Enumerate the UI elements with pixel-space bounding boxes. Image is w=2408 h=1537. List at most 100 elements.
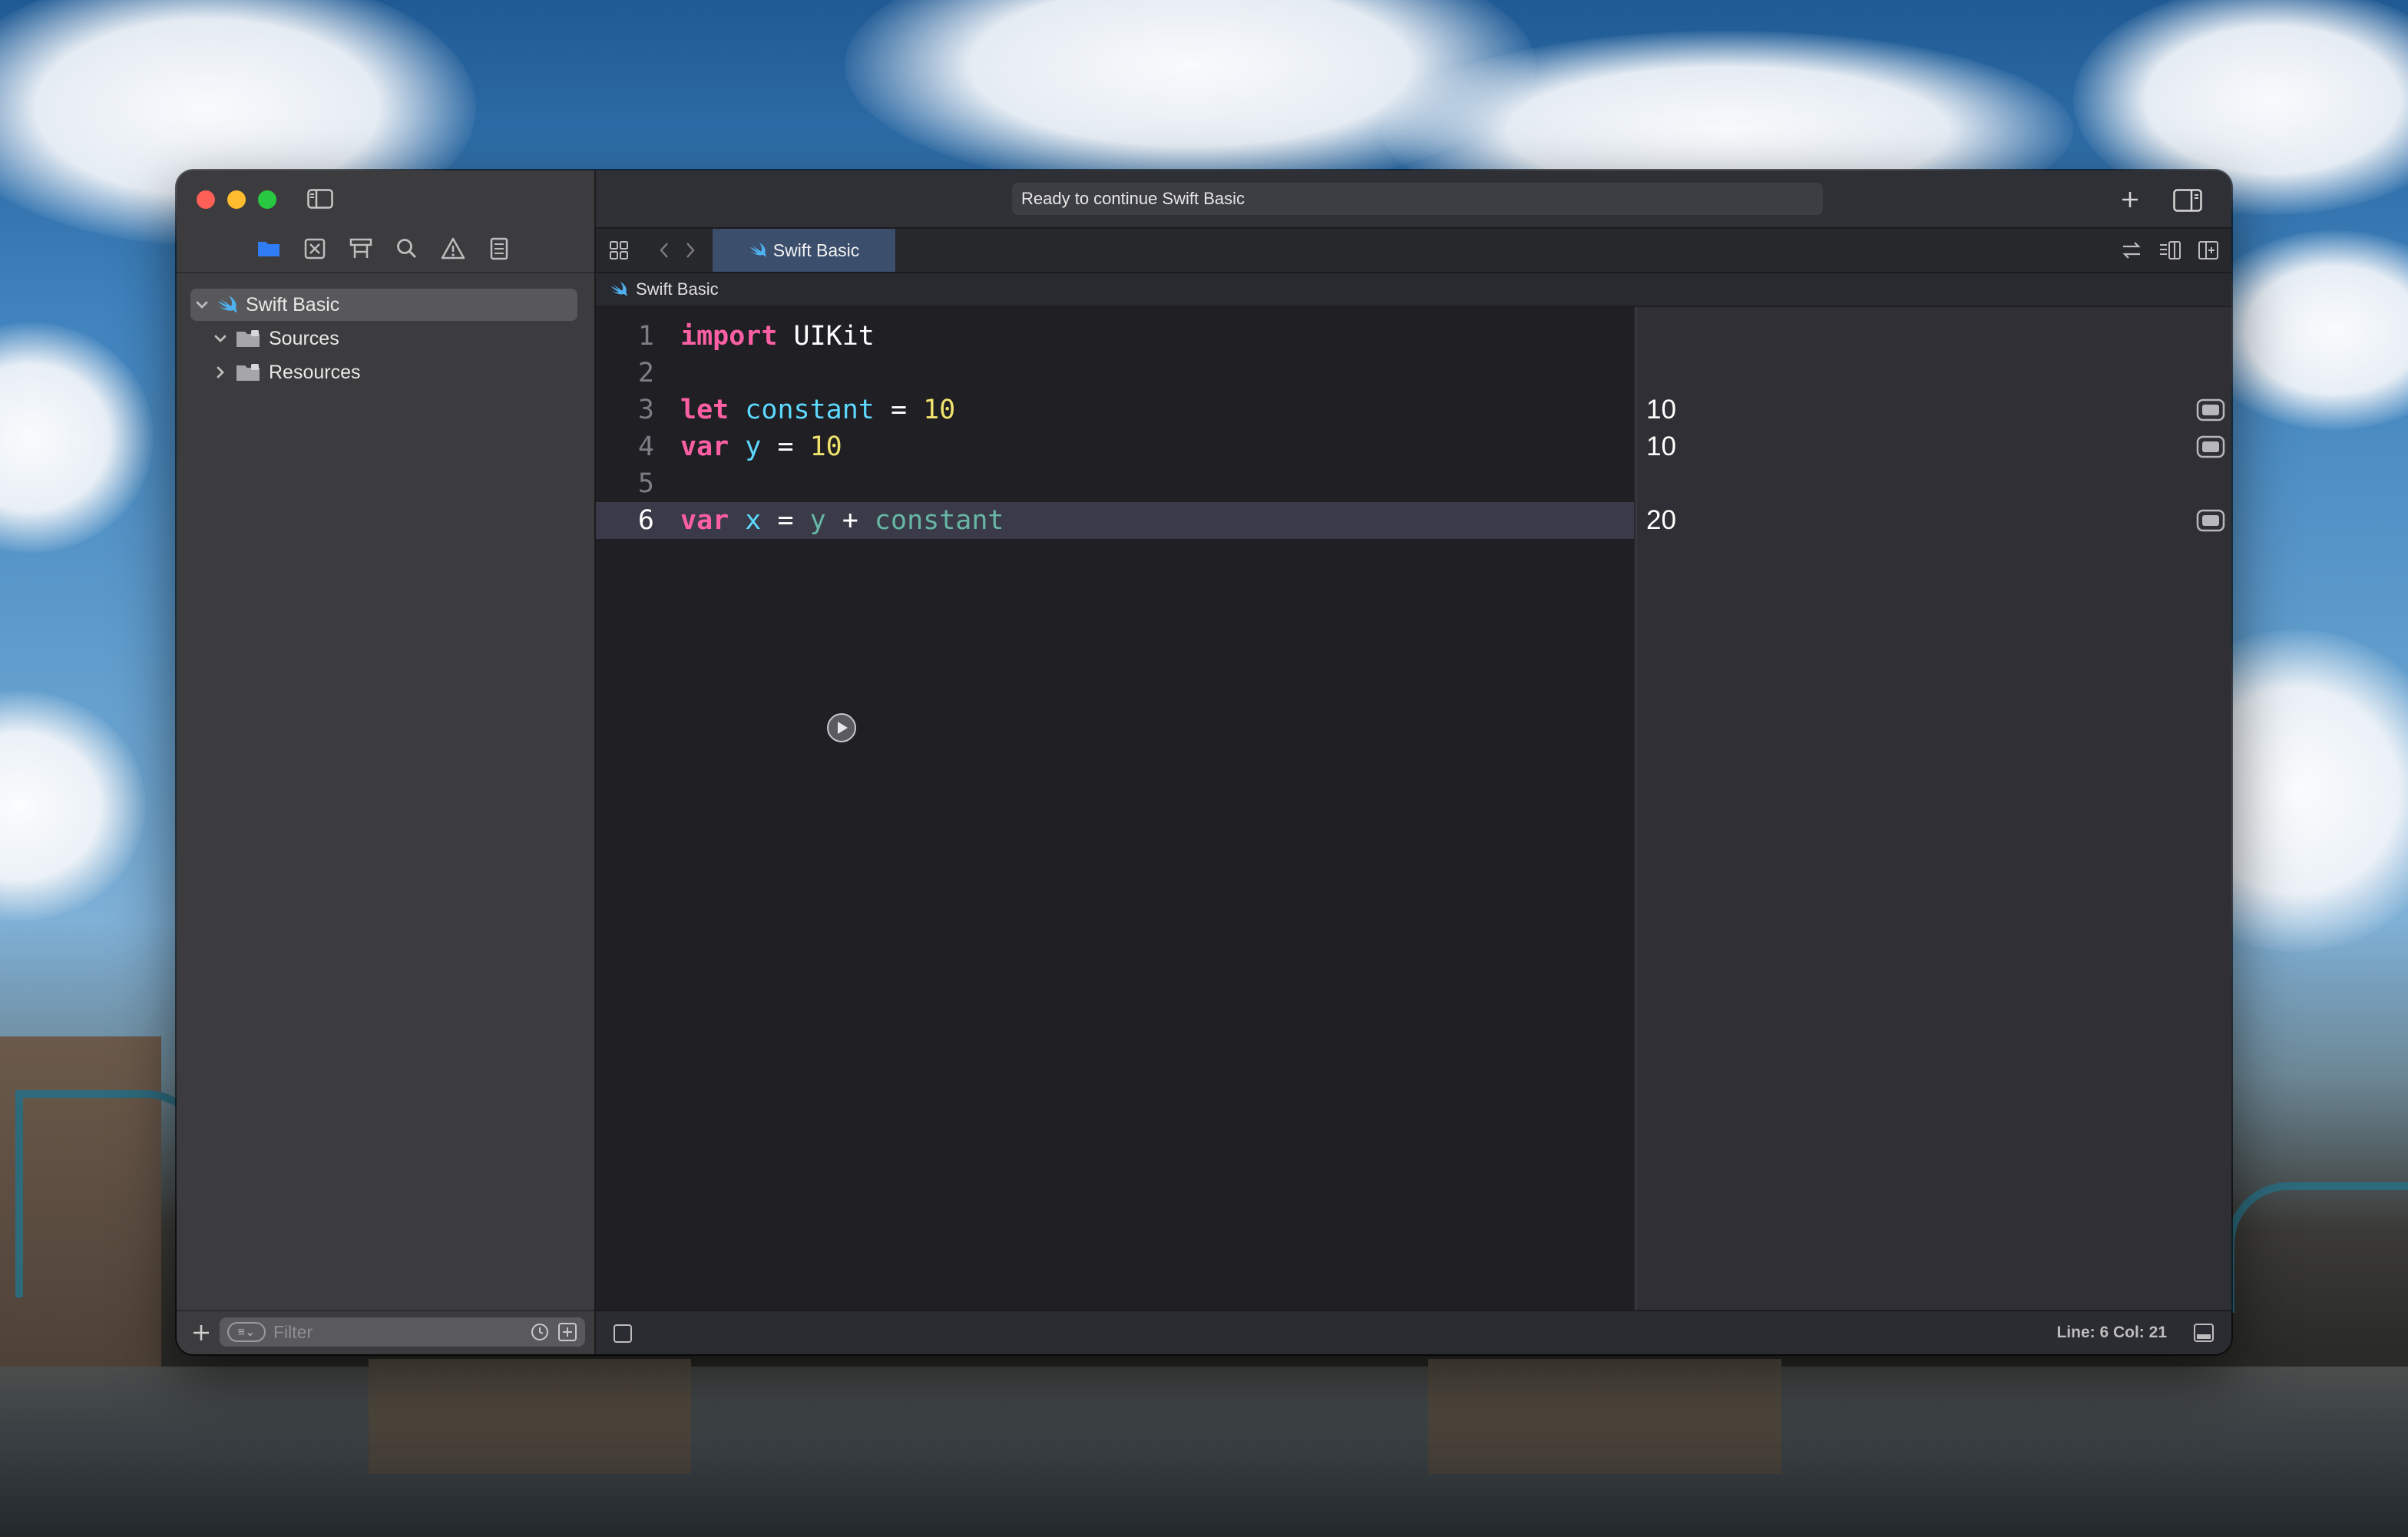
editor-options-icon[interactable] [2158,238,2182,263]
folder-icon [237,364,260,381]
toggle-console-icon[interactable] [2193,1322,2214,1344]
code-line[interactable]: 5 [596,465,1634,502]
related-items-grid-icon[interactable] [608,240,630,261]
operator-token: = [777,505,794,536]
code-line[interactable]: 1 import UIKit [596,318,1634,355]
find-navigator-search-icon[interactable] [393,235,421,263]
inspector-toggle-icon[interactable] [2173,189,2202,212]
folder-icon [237,330,260,347]
keyword-token: let [680,395,729,425]
recent-files-clock-icon[interactable] [530,1322,550,1342]
cloud [0,691,146,921]
code-line[interactable]: 2 [596,355,1634,392]
filter-options-icon[interactable]: ≡⌄ [227,1322,266,1342]
library-plus-icon[interactable] [2116,186,2144,213]
code-line[interactable]: 3 let constant = 10 [596,392,1634,428]
activity-status-text: Ready to continue Swift Basic [1021,189,1245,208]
symbol-navigator-icon[interactable] [347,235,375,263]
code-line-current[interactable]: 6 var x = y + constant [596,502,1634,539]
tab-swift-basic[interactable]: Swift Basic [713,229,895,272]
tree-item-label: Resources [269,361,361,383]
quick-look-icon[interactable] [2196,398,2225,422]
results-sidebar: 10 10 20 [1636,307,2231,1310]
line-number: 5 [637,468,654,499]
tree-item-label: Swift Basic [246,293,340,316]
number-token: 10 [923,395,956,425]
issue-navigator-warning-icon[interactable] [439,235,467,263]
show-debug-area-icon[interactable] [613,1324,633,1344]
activity-viewer: Ready to continue Swift Basic [1012,183,1823,215]
window-toolbar: Ready to continue Swift Basic [596,170,2231,229]
code-line[interactable]: 4 var y = 10 [596,428,1634,465]
bridge-pier [369,1359,691,1474]
line-number: 1 [637,321,654,352]
identifier-token: x [745,505,762,536]
zoom-window-button[interactable] [258,190,276,209]
operator-token: + [842,505,858,536]
navigator-filter-field[interactable]: ≡⌄ Filter [220,1317,585,1347]
identifier-token: y [745,431,762,462]
add-editor-split-icon[interactable] [2196,238,2221,263]
number-token: 10 [809,431,842,462]
bridge-pier [1428,1359,1781,1474]
source-control-filter-icon[interactable] [557,1322,577,1342]
chevron-down-icon[interactable] [212,330,229,347]
tree-item-resources[interactable]: Resources [212,356,361,388]
identifier-token: constant [874,505,1004,536]
result-row-empty [1637,318,2231,355]
minimize-window-button[interactable] [227,190,246,209]
line-number: 6 [637,505,654,536]
swap-arrows-icon[interactable] [2119,238,2144,263]
sidebar-toggle-icon[interactable] [307,189,333,209]
navigate-back-chevron-icon[interactable] [656,240,673,261]
breadcrumb-label: Swift Basic [636,279,719,299]
navigator-selector-bar [177,235,594,269]
cloud [0,322,154,553]
chevron-down-icon[interactable] [194,296,210,313]
line-number: 3 [637,395,654,425]
result-value: 10 [1646,395,1676,425]
result-row: 10 [1637,428,2231,465]
keyword-token: var [680,505,729,536]
divider [177,272,594,273]
add-file-plus-icon[interactable] [190,1322,212,1344]
operator-token: = [890,395,908,425]
result-row: 10 [1637,392,2231,428]
close-window-button[interactable] [197,190,215,209]
run-playground-play-icon[interactable] [826,712,857,743]
tree-item-swift-basic[interactable]: Swift Basic [190,289,577,321]
keyword-token: var [680,431,729,462]
navigate-forward-chevron-icon[interactable] [682,240,699,261]
result-value: 10 [1646,431,1676,461]
jump-bar-breadcrumb[interactable]: Swift Basic [596,273,2231,307]
identifier-token: y [809,505,826,536]
project-navigator-folder-icon[interactable] [255,235,283,263]
bridge-truss [2227,1182,2408,1313]
tree-item-sources[interactable]: Sources [212,322,339,355]
quick-look-icon[interactable] [2196,508,2225,533]
navigator-filter-bar: ≡⌄ Filter [177,1310,594,1354]
river [0,1367,2408,1537]
tree-item-label: Sources [269,327,339,349]
swift-playground-icon [218,296,237,312]
line-number: 4 [637,431,654,462]
cursor-position: Line: 6 Col: 21 [2056,1324,2167,1341]
report-navigator-icon[interactable] [485,235,513,263]
navigator-sidebar: Swift Basic Sources Resources ≡⌄ Filter [177,170,596,1354]
swift-icon [749,242,766,257]
swift-icon [610,281,627,296]
source-editor[interactable]: 1 import UIKit 2 3 let constant = 10 4 v… [596,307,1634,1310]
result-value: 20 [1646,505,1676,535]
identifier-token: UIKit [793,321,875,352]
chevron-right-icon[interactable] [212,364,229,381]
result-row: 20 [1637,502,2231,539]
tab-label: Swift Basic [772,240,860,260]
source-control-navigator-icon[interactable] [301,235,329,263]
keyword-token: import [680,321,778,352]
quick-look-icon[interactable] [2196,435,2225,459]
line-number: 2 [637,358,654,388]
identifier-token: constant [745,395,875,425]
xcode-window: Swift Basic Sources Resources ≡⌄ Filter [177,170,2231,1354]
operator-token: = [777,431,794,462]
filter-input[interactable]: Filter [273,1322,313,1343]
